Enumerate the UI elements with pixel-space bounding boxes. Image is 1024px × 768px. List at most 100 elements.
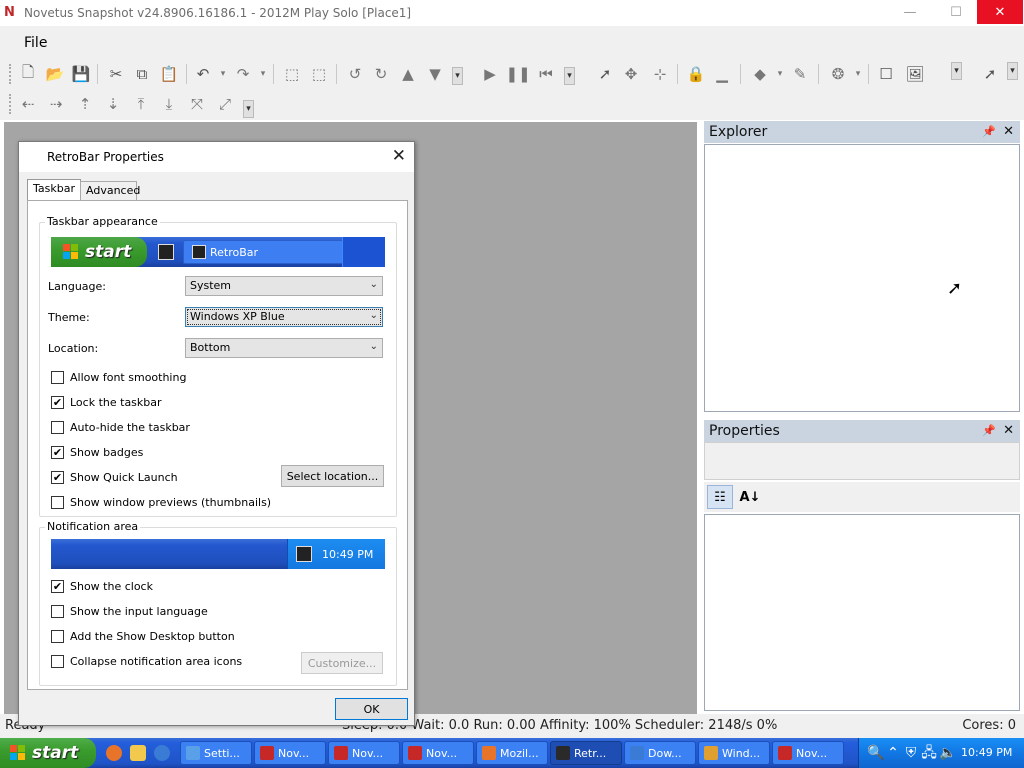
taskbar-item[interactable]: Retr... xyxy=(550,741,622,765)
close-window-button[interactable]: ✕ xyxy=(977,0,1023,24)
pin-icon[interactable]: 📌 xyxy=(982,121,996,143)
rotate-left-icon[interactable]: ↺ xyxy=(345,64,365,84)
pause-icon[interactable]: ❚❚ xyxy=(505,64,530,84)
group-icon[interactable]: ⬚ xyxy=(282,64,302,84)
screenshot-icon[interactable]: 🖼 xyxy=(905,64,925,84)
show-badges-checkbox[interactable]: ✔ Show badges xyxy=(51,444,143,460)
move-tool-icon[interactable]: ✥ xyxy=(621,64,641,84)
location-select[interactable]: Bottom ⌄ xyxy=(185,338,383,358)
volume-icon[interactable]: 🔈 xyxy=(939,745,956,761)
open-folder-icon[interactable]: 📂 xyxy=(45,64,65,84)
move-forward-icon[interactable]: ⇡ xyxy=(75,94,95,114)
lock-taskbar-checkbox[interactable]: ✔ Lock the taskbar xyxy=(51,394,162,410)
checkbox-box[interactable] xyxy=(51,495,64,509)
show-desktop-button-checkbox[interactable]: Add the Show Desktop button xyxy=(51,628,235,644)
checkbox-box[interactable]: ✔ xyxy=(51,470,64,484)
checkbox-box[interactable] xyxy=(51,654,64,668)
undo-icon[interactable]: ↶ xyxy=(193,64,213,84)
taskbar-item[interactable]: Setti... xyxy=(180,741,252,765)
move-left-icon[interactable]: ⇠ xyxy=(18,94,38,114)
ok-button[interactable]: OK xyxy=(335,698,408,720)
move-up-icon[interactable]: ▲ xyxy=(398,64,418,84)
material-icon[interactable]: ❂ xyxy=(828,64,848,84)
checkbox-box[interactable] xyxy=(51,629,64,643)
properties-grid[interactable] xyxy=(704,514,1020,711)
reset-icon[interactable]: ⏮ xyxy=(536,64,556,84)
checkbox-box[interactable]: ✔ xyxy=(51,579,64,593)
theme-select[interactable]: Windows XP Blue ⌄ xyxy=(185,307,383,327)
checkbox-box[interactable] xyxy=(51,420,64,434)
show-input-language-checkbox[interactable]: Show the input language xyxy=(51,603,208,619)
network-icon[interactable]: 🖧 xyxy=(921,745,937,761)
firefox-quicklaunch-icon[interactable] xyxy=(106,745,122,761)
taskbar-item[interactable]: Nov... xyxy=(254,741,326,765)
allow-font-smoothing-checkbox[interactable]: Allow font smoothing xyxy=(51,369,186,385)
tab-advanced[interactable]: Advanced xyxy=(80,181,140,200)
taskbar-item[interactable]: Mozil... xyxy=(476,741,548,765)
chevron-down-icon[interactable]: ▾ xyxy=(770,64,790,84)
toolbar-grip[interactable] xyxy=(9,64,13,84)
shield-icon[interactable]: ⛨ xyxy=(903,745,919,761)
pin-icon[interactable]: 📌 xyxy=(982,420,996,442)
maximize-button[interactable]: ☐ xyxy=(933,0,979,24)
taskbar-item[interactable]: Nov... xyxy=(328,741,400,765)
explorer-tree[interactable] xyxy=(704,144,1020,412)
search-icon[interactable]: 🔍 xyxy=(867,745,884,761)
chevron-down-icon[interactable]: ▾ xyxy=(848,64,868,84)
taskbar-item[interactable]: Nov... xyxy=(772,741,844,765)
toolbar-overflow-button[interactable]: ▾ xyxy=(452,67,463,85)
toolbar-overflow-button[interactable]: ▾ xyxy=(1007,62,1018,80)
language-select[interactable]: System ⌄ xyxy=(185,276,383,296)
lower-icon[interactable]: ⤓ xyxy=(159,94,179,114)
taskbar-item[interactable]: Nov... xyxy=(402,741,474,765)
toolbar-grip[interactable] xyxy=(9,94,13,114)
tab-taskbar[interactable]: Taskbar xyxy=(27,179,81,200)
close-explorer-icon[interactable]: ✕ xyxy=(1003,121,1014,143)
menu-file[interactable]: File xyxy=(24,35,47,51)
taskbar-item[interactable]: Dow... xyxy=(624,741,696,765)
close-properties-icon[interactable]: ✕ xyxy=(1003,420,1014,442)
paste-icon[interactable]: 📋 xyxy=(159,64,179,84)
start-button[interactable]: start xyxy=(0,738,96,768)
toolbar-overflow-button[interactable]: ▾ xyxy=(243,100,254,118)
show-clock-checkbox[interactable]: ✔ Show the clock xyxy=(51,578,153,594)
minimize-button[interactable]: — xyxy=(887,0,933,24)
show-quick-launch-checkbox[interactable]: ✔ Show Quick Launch xyxy=(51,469,178,485)
collapse-notification-icons-checkbox[interactable]: Collapse notification area icons xyxy=(51,653,242,669)
paint-brush-icon[interactable]: ✎ xyxy=(790,64,810,84)
auto-hide-taskbar-checkbox[interactable]: Auto-hide the taskbar xyxy=(51,419,190,435)
chevron-up-icon[interactable]: ⌃ xyxy=(885,745,901,761)
close-dialog-icon[interactable]: ✕ xyxy=(392,146,406,166)
toolbar-overflow-button[interactable]: ▾ xyxy=(564,67,575,85)
new-file-icon[interactable]: 🗋 xyxy=(18,63,38,84)
select-arrow-icon[interactable]: ➚ xyxy=(980,64,1000,84)
browser-quicklaunch-icon[interactable] xyxy=(154,745,170,761)
cut-icon[interactable]: ✂ xyxy=(106,64,126,84)
customize-button[interactable]: Customize... xyxy=(301,652,383,674)
redo-icon[interactable]: ↷ xyxy=(233,64,253,84)
move-right-icon[interactable]: ⇢ xyxy=(46,94,66,114)
explorer-quicklaunch-icon[interactable] xyxy=(130,745,146,761)
show-window-previews-checkbox[interactable]: Show window previews (thumbnails) xyxy=(51,494,271,510)
clock[interactable]: 10:49 PM xyxy=(961,746,1012,759)
checkbox-box[interactable] xyxy=(51,604,64,618)
play-icon[interactable]: ▶ xyxy=(480,64,500,84)
move-back-icon[interactable]: ⇣ xyxy=(103,94,123,114)
anchor-icon[interactable]: ▁ xyxy=(712,64,732,84)
rotate-right-icon[interactable]: ↻ xyxy=(371,64,391,84)
resize-tool-icon[interactable]: ⊹ xyxy=(650,64,670,84)
checkbox-box[interactable] xyxy=(51,370,64,384)
checkbox-box[interactable]: ✔ xyxy=(51,445,64,459)
select-location-button[interactable]: Select location... xyxy=(281,465,384,487)
toolbar-overflow-button[interactable]: ▾ xyxy=(951,62,962,80)
chevron-down-icon[interactable]: ▾ xyxy=(213,64,233,84)
lock-icon[interactable]: 🔒 xyxy=(686,64,706,84)
copy-icon[interactable]: ⧉ xyxy=(132,64,152,84)
expand-icon[interactable]: ⤢ xyxy=(215,94,235,114)
collapse-icon[interactable]: ⤧ xyxy=(187,94,207,114)
save-icon[interactable]: 💾 xyxy=(71,64,91,84)
ungroup-icon[interactable]: ⬚ xyxy=(309,64,329,84)
categorized-icon[interactable]: ☷ xyxy=(707,485,733,509)
select-cursor-icon[interactable]: ➚ xyxy=(595,64,615,84)
fill-color-icon[interactable]: ◆ xyxy=(750,64,770,84)
